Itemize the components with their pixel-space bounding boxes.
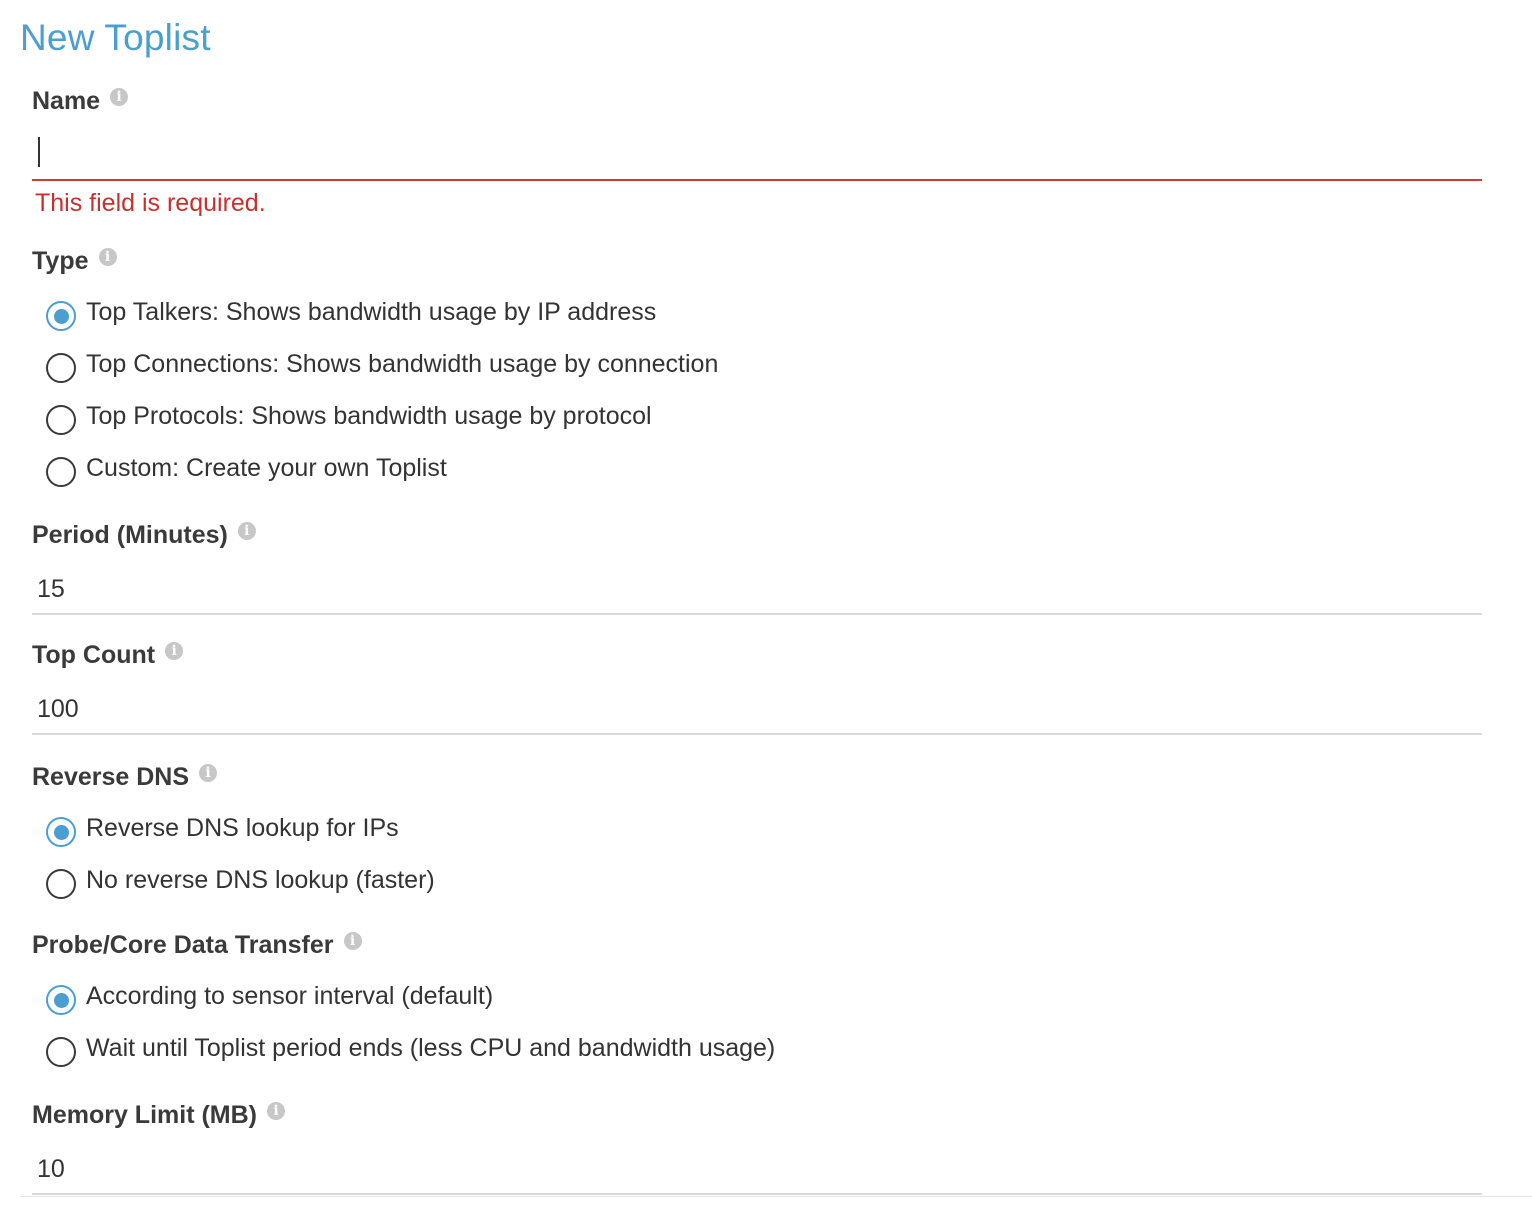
text-cursor [38, 137, 40, 167]
type-option-top-connections[interactable]: Top Connections: Shows bandwidth usage b… [46, 344, 718, 384]
type-label: Type i [32, 245, 117, 277]
name-label: Name i [32, 85, 129, 117]
period-input[interactable] [32, 565, 1482, 615]
name-input[interactable] [32, 131, 1482, 181]
type-option-top-protocols[interactable]: Top Protocols: Shows bandwidth usage by … [46, 396, 652, 436]
data-transfer-option-label: Wait until Toplist period ends (less CPU… [86, 1033, 776, 1062]
info-icon[interactable]: i [165, 642, 184, 660]
top-count-label: Top Count i [32, 639, 184, 671]
type-option-label: Custom: Create your own Toplist [86, 453, 447, 482]
reverse-dns-label-text: Reverse DNS [32, 762, 190, 791]
memory-limit-label-text: Memory Limit (MB) [32, 1100, 257, 1129]
info-icon[interactable]: i [267, 1102, 285, 1120]
radio-button-checked[interactable] [46, 301, 76, 331]
name-error-message: This field is required. [35, 189, 266, 217]
type-label-text: Type [32, 246, 89, 275]
data-transfer-label: Probe/Core Data Transfer i [32, 929, 362, 961]
radio-button[interactable] [46, 1037, 76, 1067]
data-transfer-option-wait-period[interactable]: Wait until Toplist period ends (less CPU… [46, 1028, 775, 1068]
memory-limit-input[interactable] [32, 1145, 1482, 1195]
radio-button[interactable] [46, 869, 76, 899]
type-option-custom[interactable]: Custom: Create your own Toplist [46, 448, 447, 488]
reverse-dns-option-no-lookup[interactable]: No reverse DNS lookup (faster) [46, 860, 435, 900]
reverse-dns-option-label: Reverse DNS lookup for IPs [86, 813, 399, 842]
reverse-dns-option-lookup[interactable]: Reverse DNS lookup for IPs [46, 808, 399, 848]
data-transfer-label-text: Probe/Core Data Transfer [32, 930, 334, 959]
data-transfer-option-sensor-interval[interactable]: According to sensor interval (default) [46, 976, 493, 1016]
type-option-label: Top Protocols: Shows bandwidth usage by … [86, 401, 652, 430]
section-divider [20, 1196, 1532, 1197]
data-transfer-option-label: According to sensor interval (default) [86, 981, 494, 1010]
radio-button[interactable] [46, 405, 76, 435]
type-option-label: Top Connections: Shows bandwidth usage b… [86, 349, 719, 378]
page-title: New Toplist [20, 17, 211, 58]
memory-limit-label: Memory Limit (MB) i [32, 1099, 285, 1131]
info-icon[interactable]: i [199, 764, 218, 782]
reverse-dns-label: Reverse DNS i [32, 761, 218, 793]
top-count-label-text: Top Count [32, 640, 156, 669]
info-icon[interactable]: i [110, 88, 129, 106]
top-count-input[interactable] [32, 685, 1482, 735]
period-label-text: Period (Minutes) [32, 520, 228, 549]
name-label-text: Name [32, 86, 101, 115]
radio-button-checked[interactable] [46, 817, 76, 847]
info-icon[interactable]: i [98, 248, 117, 266]
info-icon[interactable]: i [237, 522, 256, 540]
radio-button[interactable] [46, 353, 76, 383]
radio-button[interactable] [46, 457, 76, 487]
reverse-dns-option-label: No reverse DNS lookup (faster) [86, 865, 435, 894]
period-label: Period (Minutes) i [32, 519, 256, 551]
type-option-top-talkers[interactable]: Top Talkers: Shows bandwidth usage by IP… [46, 292, 656, 332]
info-icon[interactable]: i [343, 932, 362, 950]
radio-button-checked[interactable] [46, 985, 76, 1015]
type-option-label: Top Talkers: Shows bandwidth usage by IP… [86, 297, 657, 326]
